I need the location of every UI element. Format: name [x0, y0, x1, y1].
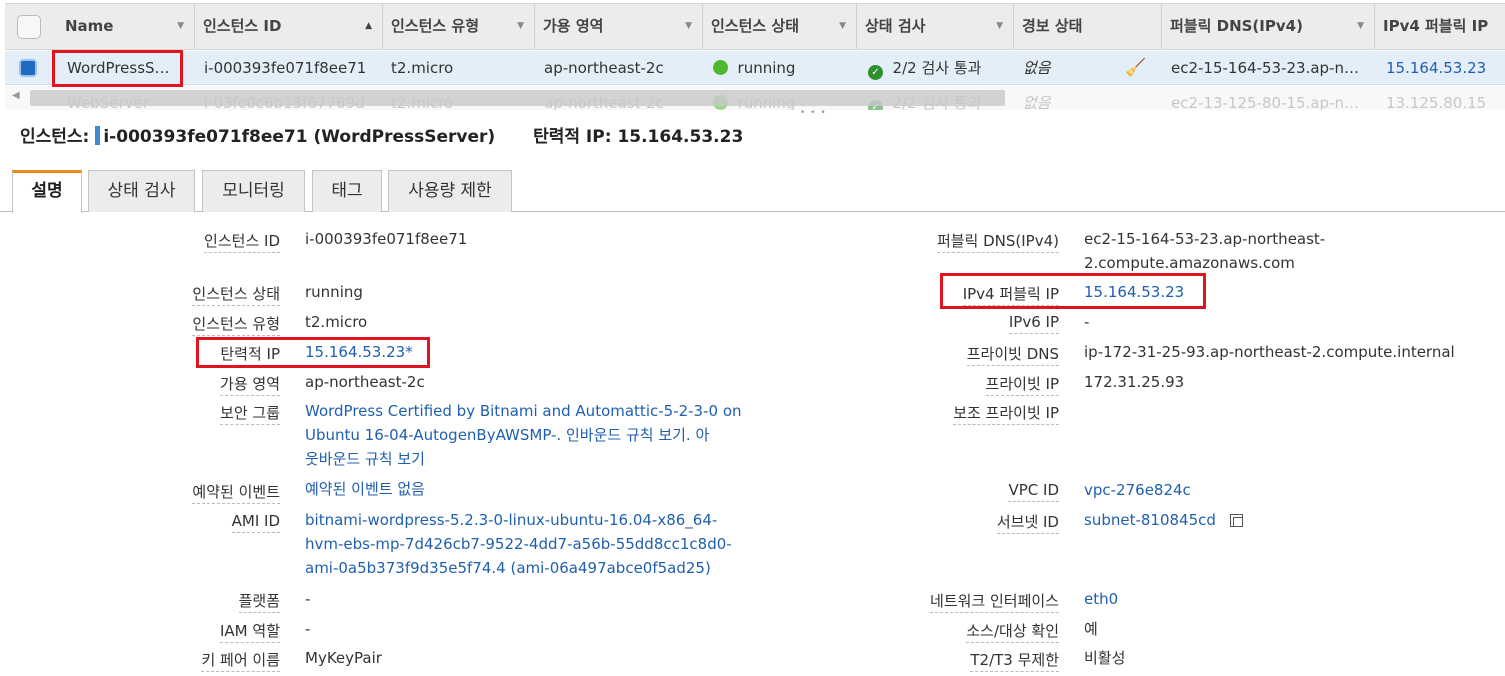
sort-icon: ▼ [1357, 21, 1364, 31]
check-passed-icon: ✓ [868, 65, 883, 80]
label-secondary-private-ip: 보조 프라이빗 IP [953, 402, 1059, 425]
tab-usage-limits[interactable]: 사용량 제한 [388, 170, 512, 212]
column-header-zone[interactable]: 가용 영역 ▼ [535, 4, 703, 49]
label-subnet-id: 서브넷 ID [996, 511, 1059, 534]
label-vpc-id: VPC ID [1008, 481, 1059, 502]
table-row-selected[interactable]: WordPressS… i-000393fe071f8ee71 t2.micro… [5, 51, 1505, 85]
instance-detail-title: 인스턴스: i-000393fe071f8ee71 (WordPressServe… [20, 126, 744, 147]
tab-description[interactable]: 설명 [12, 170, 82, 213]
running-status-icon [713, 60, 728, 75]
label-ipv6-ip: IPv6 IP [1008, 313, 1059, 334]
resize-grip-icon[interactable]: • • • [800, 108, 827, 118]
value-network-interface[interactable]: eth0 [1084, 587, 1118, 611]
label-iam-role: IAM 역할 [220, 620, 280, 643]
sort-icon: ▼ [177, 21, 184, 31]
instances-table: Name ▼ 인스턴스 ID ▲ 인스턴스 유형 ▼ 가용 영역 ▼ 인스턴스 상태 ▼ … [0, 0, 1505, 118]
sort-icon: ▼ [996, 21, 1003, 31]
column-header-alarm-status[interactable]: 경보 상태 [1014, 4, 1162, 49]
cell-public-ip: 13.125.80.15 [1386, 94, 1487, 110]
cell-instance-state: running [713, 51, 795, 85]
value-instance-type: t2.micro [305, 313, 368, 331]
tab-monitoring[interactable]: 모니터링 [202, 170, 305, 212]
label-instance-state: 인스턴스 상태 [192, 283, 280, 306]
row-checkbox[interactable] [19, 59, 37, 77]
value-private-ip: 172.31.25.93 [1084, 373, 1185, 391]
label-platform: 플랫폼 [238, 590, 280, 613]
value-private-dns: ip-172-31-25-93.ap-northeast-2.compute.i… [1084, 343, 1455, 361]
highlight-box [52, 50, 183, 87]
column-header-instance-type[interactable]: 인스턴스 유형 ▼ [383, 4, 535, 49]
value-subnet-id[interactable]: subnet-810845cd [1084, 511, 1216, 529]
column-header-status-check[interactable]: 상태 검사 ▼ [857, 4, 1014, 49]
value-scheduled-events[interactable]: 예약된 이벤트 없음 [305, 477, 425, 501]
value-vpc-id[interactable]: vpc-276e824c [1084, 478, 1191, 502]
detail-tabs: 설명 상태 검사 모니터링 태그 사용량 제한 [0, 170, 1505, 213]
column-header-name[interactable]: Name ▼ [57, 4, 195, 49]
sort-ascending-icon: ▲ [365, 21, 372, 31]
sort-icon: ▼ [685, 21, 692, 31]
cell-zone: ap-northeast-2c [544, 59, 664, 77]
highlight-box [940, 273, 1206, 309]
label-public-dns: 퍼블릭 DNS(IPv4) [936, 230, 1059, 253]
cell-public-dns: ec2-15-164-53-23.ap-n… [1171, 59, 1359, 77]
value-instance-id: i-000393fe071f8ee71 [305, 230, 468, 248]
value-ami-id[interactable]: bitnami-wordpress-5.2.3-0-linux-ubuntu-1… [305, 508, 732, 580]
value-ipv6-ip: - [1084, 313, 1090, 331]
tab-tags[interactable]: 태그 [312, 170, 382, 212]
instance-color-bar [95, 126, 101, 145]
copy-icon[interactable] [1229, 514, 1243, 527]
column-header-public-dns[interactable]: 퍼블릭 DNS(IPv4) ▼ [1162, 4, 1375, 49]
label-instance-id: 인스턴스 ID [204, 230, 280, 253]
sort-icon: ▼ [839, 21, 846, 31]
label-instance-type: 인스턴스 유형 [192, 313, 280, 336]
value-security-group[interactable]: WordPress Certified by Bitnami and Autom… [305, 399, 742, 471]
label-scheduled-events: 예약된 이벤트 [192, 481, 280, 504]
label-source-dest-check: 소스/대상 확인 [966, 620, 1059, 643]
value-platform: - [305, 590, 311, 608]
value-subnet-id-wrap: subnet-810845cd [1084, 508, 1243, 532]
select-all-checkbox[interactable] [17, 15, 41, 39]
label-private-dns: 프라이빗 DNS [966, 343, 1059, 366]
cell-status-check: ✓ 2/2 검사 통과 [868, 51, 981, 85]
scroll-left-icon[interactable]: ◀ [12, 90, 20, 101]
label-network-interface: 네트워크 인터페이스 [930, 590, 1059, 613]
label-t2t3-unlimited: T2/T3 무제한 [970, 649, 1059, 672]
value-source-dest-check: 예 [1084, 620, 1098, 638]
label-security-group: 보안 그룹 [220, 402, 280, 425]
value-zone: ap-northeast-2c [305, 373, 425, 391]
label-ami-id: AMI ID [231, 512, 280, 533]
value-iam-role: - [305, 620, 311, 638]
column-header-instance-state[interactable]: 인스턴스 상태 ▼ [703, 4, 857, 49]
cell-alarm-status: 없음 [1023, 94, 1051, 110]
column-header-instance-id[interactable]: 인스턴스 ID ▲ [195, 4, 383, 49]
value-t2t3-unlimited: 비활성 [1084, 649, 1126, 667]
table-header: Name ▼ 인스턴스 ID ▲ 인스턴스 유형 ▼ 가용 영역 ▼ 인스턴스 상태 ▼ … [5, 3, 1505, 50]
cell-instance-id: i-000393fe071f8ee71 [204, 59, 367, 77]
label-private-ip: 프라이빗 IP [985, 373, 1059, 396]
tab-status-checks[interactable]: 상태 검사 [88, 170, 195, 212]
value-public-dns: ec2-15-164-53-23.ap-northeast- 2.compute… [1084, 230, 1326, 272]
highlight-box [196, 337, 430, 368]
cell-instance-type: t2.micro [391, 59, 454, 77]
sort-icon: ▼ [517, 21, 524, 31]
cell-public-ip[interactable]: 15.164.53.23 [1386, 51, 1486, 85]
horizontal-scrollbar[interactable] [30, 90, 1005, 106]
cell-public-dns: ec2-13-125-80-15.ap-n… [1171, 94, 1359, 110]
value-key-pair: MyKeyPair [305, 649, 382, 667]
cell-alarm-status: 없음 [1023, 59, 1051, 77]
create-alarm-icon[interactable]: 🧹 [1125, 51, 1146, 85]
value-instance-state: running [305, 283, 363, 301]
column-header-public-ip[interactable]: IPv4 퍼블릭 IP [1375, 4, 1505, 49]
label-zone: 가용 영역 [220, 373, 280, 396]
label-key-pair: 키 페어 이름 [201, 649, 280, 672]
